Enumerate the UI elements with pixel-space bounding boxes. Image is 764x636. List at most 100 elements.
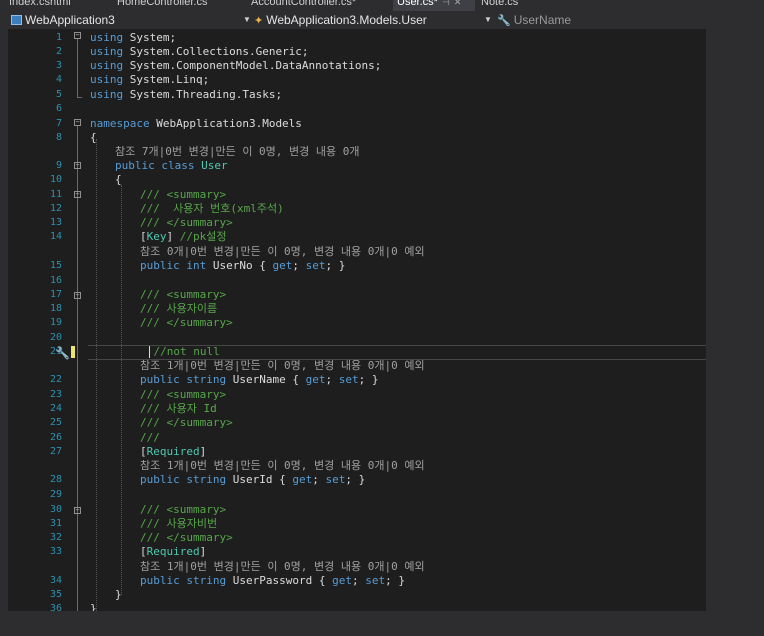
line-number: 32 [49,532,62,543]
code-line-31: /// 사용자비번 [140,517,218,530]
code-editor[interactable]: 1 2 3 4 5 6 7 8 9 10 11 12 13 14 15 16 17 18 19 20 21 22 23 24 2… [8,29,706,611]
codelens-userpassword[interactable]: 참조 1개|0번 변경|만든 이 0명, 변경 내용 0개|0 예외 [140,560,425,574]
code-line-30: /// <summary> [140,503,227,516]
code-line-15: public int UserNo { get; set; } [140,259,346,272]
tab-label: User.cs* [397,0,438,8]
member-name: UserName [513,13,572,27]
code-line-27: [Required] [140,445,207,458]
code-line-28: public string UserId { get; set; } [140,473,366,486]
code-line-12: /// 사용자 번호(xml주석) [140,202,284,215]
outlining-margin: − − − − − − [74,29,90,611]
code-line-34: public string UserPassword { get; set; } [140,574,405,587]
navigation-bar: WebApplication3 ▼ ✦ WebApplication3.Model… [8,11,706,29]
class-icon: ✦ [254,15,264,27]
line-number: 18 [49,303,62,314]
line-number: 17 [49,289,62,300]
code-line-7: namespace WebApplication3.Models [90,117,302,130]
line-number-gutter: 1 2 3 4 5 6 7 8 9 10 11 12 13 14 15 16 17 18 19 20 21 22 23 24 2… [8,29,70,611]
line-number: 30 [49,504,62,515]
line-number: 35 [49,589,62,600]
line-number: 29 [49,489,62,500]
line-number: 33 [49,546,62,557]
code-line-35: } [115,588,122,601]
code-line-5: using System.Threading.Tasks; [90,88,283,101]
line-number: 19 [49,317,62,328]
line-number: 20 [49,332,62,343]
code-line-10: { [115,173,122,186]
line-number: 3 [55,60,62,71]
line-number: 31 [49,518,62,529]
tab-index-cshtml[interactable]: Index.cshtml [9,0,71,11]
codelens-userid[interactable]: 참조 1개|0번 변경|만든 이 0명, 변경 내용 0개|0 예외 [140,459,425,473]
collapse-icon[interactable]: − [74,162,81,169]
line-number: 23 [49,389,62,400]
outline-line [77,169,78,589]
tab-label: Index.cshtml [9,0,71,8]
line-number: 8 [55,132,62,143]
code-line-9: public class User [115,159,228,172]
unsaved-change-marker [71,346,75,358]
tab-homecontroller[interactable]: HomeController.cs [117,0,207,11]
code-line-26: /// [140,431,160,444]
close-icon[interactable]: ✕ [454,0,462,7]
line-number: 26 [49,432,62,443]
tab-user-cs[interactable]: User.cs* ⊣ ✕ [393,0,475,11]
document-tab-strip: Index.cshtml HomeController.cs AccountCo… [0,0,706,11]
collapse-icon[interactable]: − [74,191,81,198]
line-number: 10 [49,174,62,185]
line-number: 13 [49,217,62,228]
tab-note-cs[interactable]: Note.cs [481,0,518,11]
code-line-18: /// 사용자이름 [140,302,218,315]
code-line-22: public string UserName { get; set; } [140,373,379,386]
code-line-17: /// <summary> [140,288,227,301]
code-line-19: /// </summary> [140,316,233,329]
property-wrench-icon: 🔧 [497,15,511,27]
code-line-11: /// <summary> [140,188,227,201]
project-dropdown[interactable]: WebApplication3 ▼ [11,11,253,29]
code-line-4: using System.Linq; [90,73,210,86]
tab-label: Note.cs [481,0,519,8]
member-dropdown[interactable]: 🔧 UserName [497,11,702,29]
line-number: 28 [49,474,62,485]
lightbulb-screwdriver-icon[interactable]: 🔧 [55,346,70,360]
line-number: 2 [55,46,62,57]
line-number: 6 [55,103,62,114]
tab-accountcontroller[interactable]: AccountController.cs* [251,0,356,11]
outline-line [77,97,82,98]
codelens-class-user[interactable]: 참조 7개|0번 변경|만든 이 0명, 변경 내용 0개 [115,145,360,159]
line-number: 14 [49,231,62,242]
code-line-23: /// <summary> [140,388,227,401]
line-number: 36 [49,603,62,611]
line-number: 22 [49,374,62,385]
collapse-icon[interactable]: − [74,507,81,514]
line-number: 27 [49,446,62,457]
line-number: 4 [55,74,62,85]
code-line-32: /// </summary> [140,531,233,544]
code-line-1: using System; [90,31,177,44]
line-number: 5 [55,89,62,100]
codelens-username[interactable]: 참조 1개|0번 변경|만든 이 0명, 변경 내용 0개|0 예외 [140,359,425,373]
line-number: 25 [49,417,62,428]
codelens-userno[interactable]: 참조 0개|0번 변경|만든 이 0명, 변경 내용 0개|0 예외 [140,245,425,259]
collapse-icon[interactable]: − [74,292,81,299]
collapse-icon[interactable]: − [74,119,81,126]
line-number: 15 [49,260,62,271]
class-dropdown[interactable]: ✦ WebApplication3.Models.User ▼ [254,11,496,29]
code-line-24: /// 사용자 Id [140,402,217,415]
code-line-25: /// </summary> [140,416,233,429]
line-number: 16 [49,275,62,286]
code-lines[interactable]: using System; using System.Collections.G… [90,29,706,611]
project-name: WebApplication3 [25,13,115,27]
line-number: 9 [55,160,62,171]
code-line-14: [Key] //pk설정 [140,230,227,243]
csharp-project-icon [11,15,22,25]
chevron-down-icon: ▼ [243,15,251,24]
collapse-icon[interactable]: − [74,32,81,39]
pin-icon[interactable]: ⊣ [442,0,450,7]
class-path: WebApplication3.Models.User [266,13,427,27]
code-line-13: /// </summary> [140,216,233,229]
chevron-down-icon: ▼ [484,15,492,24]
code-line-21: //not null [127,345,220,358]
line-number: 7 [55,118,62,129]
code-line-36: } [90,602,97,611]
